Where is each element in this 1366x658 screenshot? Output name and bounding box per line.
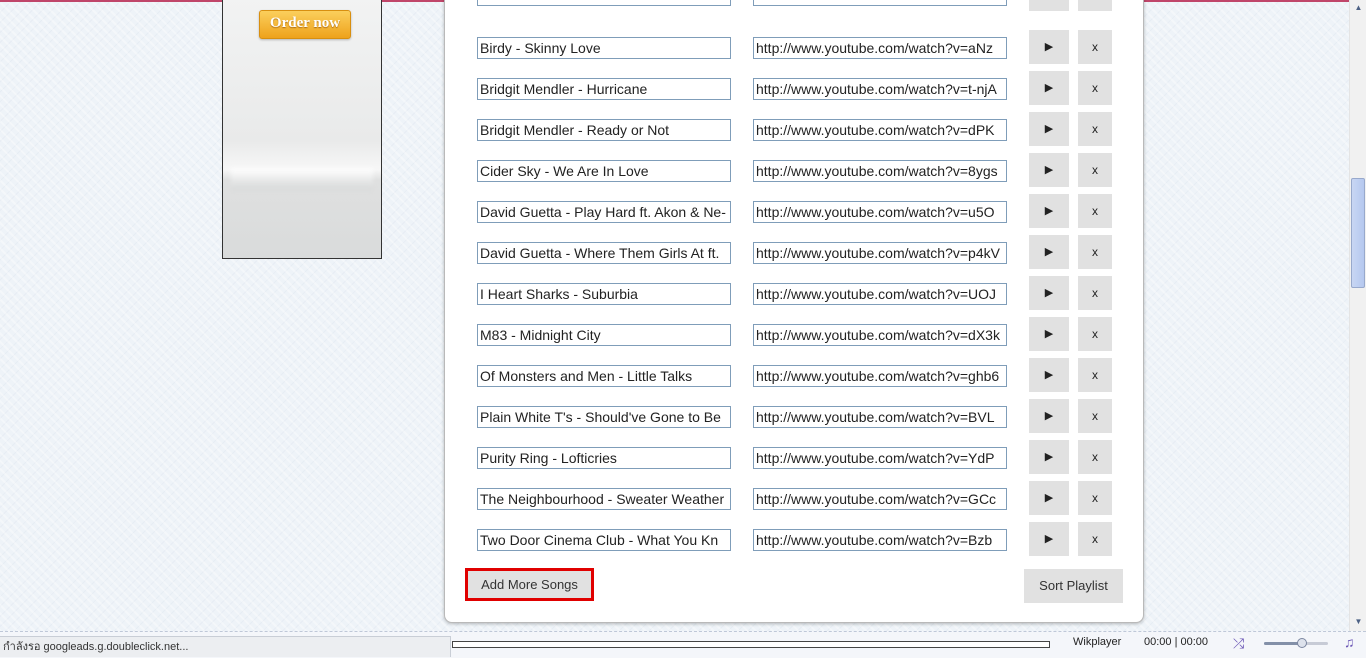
delete-button[interactable]: x [1078,399,1112,433]
add-more-songs-button[interactable]: Add More Songs [465,568,594,601]
playlist-panel: Birdy - Skinny Love http://www.youtube.co… [444,0,1144,623]
delete-button[interactable]: x [1078,194,1112,228]
song-title-input[interactable]: David Guetta - Play Hard ft. Akon & Ne- [477,201,731,223]
song-url-input[interactable]: http://www.youtube.com/watch?v=dPK [753,119,1007,141]
delete-button[interactable]: x [1078,522,1112,556]
delete-button[interactable]: x [1078,30,1112,64]
song-url-input[interactable]: http://www.youtube.com/watch?v=aNz [753,37,1007,59]
scroll-thumb[interactable] [1351,178,1365,288]
song-title-input[interactable]: The Neighbourhood - Sweater Weather [477,488,731,510]
order-now-button[interactable]: Order now [259,10,351,39]
song-title-input[interactable]: I Heart Sharks - Suburbia [477,283,731,305]
play-button[interactable]: ▶ [1029,235,1069,269]
song-title-input[interactable]: Bridgit Mendler - Hurricane [477,78,731,100]
scroll-down-icon[interactable]: ▼ [1350,614,1366,630]
delete-button[interactable]: x [1078,481,1112,515]
delete-button[interactable]: x [1078,153,1112,187]
delete-button[interactable]: x [1078,358,1112,392]
play-button[interactable]: ▶ [1029,481,1069,515]
song-url-input[interactable]: http://www.youtube.com/watch?v=BVL [753,406,1007,428]
playlist-row: The Neighbourhood - Sweater Weather http:… [445,481,1143,515]
play-button[interactable]: ▶ [1029,399,1069,433]
song-url-input[interactable]: http://www.youtube.com/watch?v=dX3k [753,324,1007,346]
playlist-row: Bridgit Mendler - Ready or Not http://www… [445,112,1143,146]
browser-status-text: กำลังรอ googleads.g.doubleclick.net... [0,636,451,657]
playlist-row: Two Door Cinema Club - What You Kn http:/… [445,522,1143,556]
song-url-input[interactable] [753,0,1007,6]
song-url-input[interactable]: http://www.youtube.com/watch?v=8ygs [753,160,1007,182]
song-title-input[interactable] [477,0,731,6]
song-title-input[interactable]: M83 - Midnight City [477,324,731,346]
playlist-row: Purity Ring - Lofticries http://www.youtu… [445,440,1143,474]
progress-track[interactable] [452,641,1050,648]
play-button[interactable]: ▶ [1029,153,1069,187]
playlist-row-partial [445,0,1143,11]
playlist-row: M83 - Midnight City http://www.youtube.co… [445,317,1143,351]
play-button[interactable]: ▶ [1029,194,1069,228]
page-scrollbar[interactable]: ▲ ▼ [1349,0,1366,631]
sort-playlist-button[interactable]: Sort Playlist [1024,569,1123,603]
playlist-row: David Guetta - Play Hard ft. Akon & Ne-h… [445,194,1143,228]
song-title-input[interactable]: Cider Sky - We Are In Love [477,160,731,182]
song-url-input[interactable]: http://www.youtube.com/watch?v=p4kV [753,242,1007,264]
delete-button[interactable]: x [1078,440,1112,474]
song-title-input[interactable]: Birdy - Skinny Love [477,37,731,59]
song-url-input[interactable]: http://www.youtube.com/watch?v=ghb6 [753,365,1007,387]
playlist-row: Of Monsters and Men - Little Talks http:/… [445,358,1143,392]
volume-slider[interactable] [1264,638,1328,648]
song-title-input[interactable]: Purity Ring - Lofticries [477,447,731,469]
play-button[interactable]: ▶ [1029,30,1069,64]
play-button[interactable]: ▶ [1029,112,1069,146]
song-title-input[interactable]: Plain White T's - Should've Gone to Be [477,406,731,428]
play-button[interactable]: ▶ [1029,71,1069,105]
delete-button[interactable]: x [1078,317,1112,351]
player-name: Wikplayer [1073,636,1122,648]
play-button[interactable]: ▶ [1029,440,1069,474]
song-url-input[interactable]: http://www.youtube.com/watch?v=t-njA [753,78,1007,100]
delete-button[interactable] [1078,0,1112,11]
playlist-icon[interactable]: ♫ [1344,634,1355,650]
play-button[interactable]: ▶ [1029,276,1069,310]
song-url-input[interactable]: http://www.youtube.com/watch?v=u5O [753,201,1007,223]
song-url-input[interactable]: http://www.youtube.com/watch?v=GCc [753,488,1007,510]
delete-button[interactable]: x [1078,112,1112,146]
volume-knob[interactable] [1297,638,1308,648]
delete-button[interactable]: x [1078,71,1112,105]
delete-button[interactable]: x [1078,235,1112,269]
playlist-row: David Guetta - Where Them Girls At ft. ht… [445,235,1143,269]
play-button[interactable]: ▶ [1029,522,1069,556]
song-url-input[interactable]: http://www.youtube.com/watch?v=YdP [753,447,1007,469]
playlist-row: Birdy - Skinny Love http://www.youtube.co… [445,30,1143,64]
time-display: 00:00 | 00:00 [1144,636,1209,648]
song-title-input[interactable]: David Guetta - Where Them Girls At ft. [477,242,731,264]
song-url-input[interactable]: http://www.youtube.com/watch?v=Bzb [753,529,1007,551]
play-button[interactable]: ▶ [1029,358,1069,392]
playlist-row: Plain White T's - Should've Gone to Be ht… [445,399,1143,433]
song-title-input[interactable]: Two Door Cinema Club - What You Kn [477,529,731,551]
playlist-row: I Heart Sharks - Suburbia http://www.yout… [445,276,1143,310]
song-url-input[interactable]: http://www.youtube.com/watch?v=UOJ [753,283,1007,305]
playlist-row: Cider Sky - We Are In Love http://www.you… [445,153,1143,187]
playlist-row: Bridgit Mendler - Hurricane http://www.yo… [445,71,1143,105]
player-bar: กำลังรอ googleads.g.doubleclick.net... W… [0,631,1366,658]
scroll-up-icon[interactable]: ▲ [1350,0,1366,16]
play-button[interactable]: ▶ [1029,317,1069,351]
ad-decoration [231,168,373,190]
song-title-input[interactable]: Bridgit Mendler - Ready or Not [477,119,731,141]
delete-button[interactable]: x [1078,276,1112,310]
shuffle-icon[interactable]: ⤮ [1233,635,1244,652]
song-title-input[interactable]: Of Monsters and Men - Little Talks [477,365,731,387]
play-button[interactable] [1029,0,1069,11]
ad-panel: Order now [222,0,382,259]
